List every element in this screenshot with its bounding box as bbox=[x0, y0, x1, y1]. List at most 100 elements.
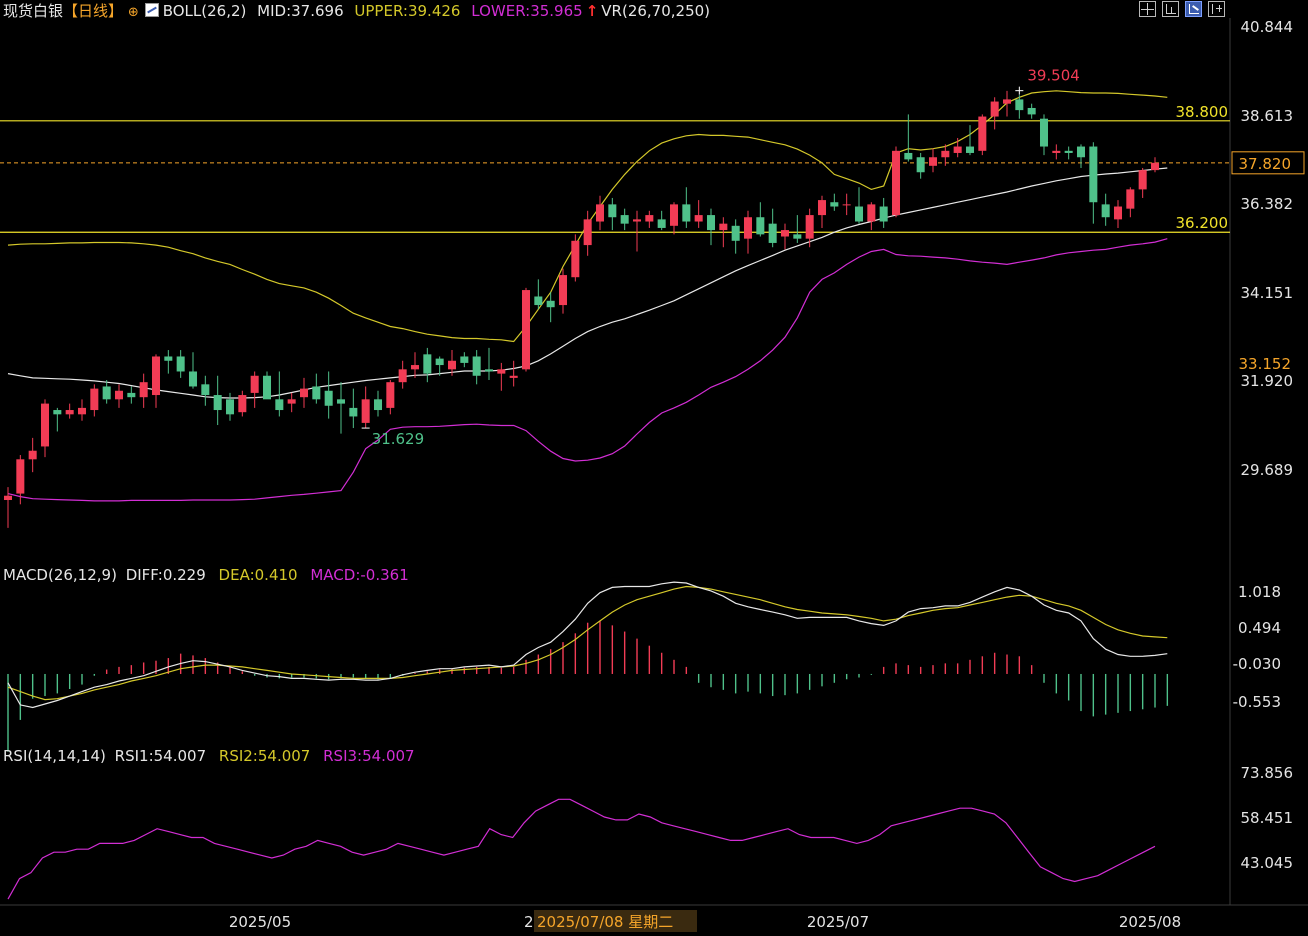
candle-body bbox=[620, 215, 629, 224]
candle-body bbox=[1150, 162, 1160, 171]
price-tick-label: 29.689 bbox=[1241, 461, 1294, 479]
boll-lower: LOWER:35.965 bbox=[471, 2, 583, 20]
candle-body bbox=[978, 116, 987, 151]
candle-body bbox=[558, 275, 568, 306]
rsi-line bbox=[7, 798, 1156, 900]
candle-body bbox=[77, 407, 87, 415]
candle-body bbox=[756, 217, 765, 235]
boll-params: BOLL(26,2) bbox=[162, 2, 247, 20]
cursor-date-label: 2025/07/08 星期二 bbox=[537, 913, 673, 931]
candle-body bbox=[793, 234, 802, 239]
candle-body bbox=[53, 410, 62, 415]
candle-body bbox=[460, 356, 469, 363]
macd-params: MACD(26,12,9) bbox=[3, 566, 117, 584]
candle-body bbox=[16, 459, 25, 494]
instrument-name: 现货白银 bbox=[3, 2, 64, 20]
candle-body bbox=[201, 384, 210, 396]
candle-body bbox=[608, 204, 617, 218]
candle-body bbox=[1052, 150, 1061, 153]
price-tick-label: 31.920 bbox=[1241, 372, 1294, 390]
candle-body bbox=[423, 354, 432, 374]
candle-body bbox=[546, 300, 555, 308]
rsi-tick-label: 73.856 bbox=[1241, 764, 1294, 782]
candle-body bbox=[805, 215, 814, 239]
candle-body bbox=[1126, 189, 1135, 209]
candle-body bbox=[447, 360, 457, 370]
price-tick-label: 34.151 bbox=[1241, 284, 1294, 302]
time-axis-label: 2025/08 bbox=[1119, 913, 1181, 931]
candle-body bbox=[743, 217, 753, 239]
candle-body bbox=[1138, 170, 1147, 190]
candle-body bbox=[1064, 150, 1073, 153]
candle-body bbox=[867, 204, 876, 222]
candle-body bbox=[188, 371, 198, 387]
candle-body bbox=[854, 206, 864, 222]
high-annotation: 39.504 bbox=[1027, 67, 1080, 85]
rsi3: RSI3:54.007 bbox=[323, 747, 415, 765]
rsi1: RSI1:54.007 bbox=[114, 747, 207, 765]
candle-body bbox=[879, 206, 888, 222]
rsi-tick-label: 43.045 bbox=[1241, 854, 1294, 872]
candle-body bbox=[151, 356, 161, 396]
candle-body bbox=[941, 150, 950, 158]
candle-body bbox=[521, 290, 531, 370]
macd-tick-label: 0.494 bbox=[1238, 619, 1281, 637]
candle-body bbox=[102, 386, 111, 400]
candle-body bbox=[238, 395, 247, 413]
candle-body bbox=[904, 152, 913, 160]
low-annotation: 31.629 bbox=[372, 430, 425, 448]
exit-view-icon[interactable] bbox=[1208, 1, 1225, 17]
candle-body bbox=[324, 390, 333, 406]
candle-body bbox=[817, 200, 827, 216]
candle-body bbox=[287, 399, 296, 404]
candle-body bbox=[410, 365, 420, 370]
candle-body bbox=[719, 223, 728, 231]
time-axis-label: 2025/05 bbox=[229, 913, 291, 931]
candle-body bbox=[336, 399, 346, 404]
candle-body bbox=[225, 399, 235, 415]
candle-body bbox=[990, 101, 999, 117]
candle-body bbox=[349, 407, 358, 417]
candle-body bbox=[965, 146, 975, 153]
candle-body bbox=[571, 240, 580, 278]
candle-body bbox=[435, 358, 444, 366]
candle-body bbox=[299, 388, 309, 398]
candle-body bbox=[706, 215, 716, 231]
rsi-header: RSI(14,14,14) RSI1:54.007 RSI2:54.007 RS… bbox=[3, 746, 415, 766]
candle-body bbox=[472, 356, 481, 376]
candle-body bbox=[164, 356, 173, 361]
candle-body bbox=[953, 146, 962, 153]
candle-body bbox=[891, 150, 901, 216]
boll-upper: UPPER:39.426 bbox=[354, 2, 461, 20]
grid-view-icon[interactable] bbox=[1139, 1, 1156, 17]
candle-body bbox=[1002, 99, 1012, 104]
candle-body bbox=[928, 157, 938, 166]
single-view-icon[interactable] bbox=[1162, 1, 1179, 17]
candle-body bbox=[645, 215, 654, 222]
macd-diff: DIFF:0.229 bbox=[125, 566, 206, 584]
candle-body bbox=[669, 204, 679, 226]
vr-params: VR(26,70,250) bbox=[601, 2, 711, 20]
candle-body bbox=[40, 403, 50, 447]
candle-body bbox=[595, 204, 605, 222]
chart-indicator-icon[interactable] bbox=[144, 3, 159, 17]
candle-body bbox=[262, 375, 272, 400]
candle-body bbox=[213, 395, 222, 411]
candle-body bbox=[1027, 107, 1036, 115]
macd-tick-label: 1.018 bbox=[1238, 583, 1281, 601]
candle-body bbox=[682, 204, 691, 222]
candle-body bbox=[28, 450, 37, 460]
price-tick-label: 36.382 bbox=[1241, 195, 1294, 213]
period-selector[interactable]: 【日线】 bbox=[63, 2, 123, 20]
time-axis-label: 2025/07 bbox=[807, 913, 869, 931]
candle-body bbox=[139, 382, 148, 398]
zoom-icon[interactable]: ⊕ bbox=[128, 5, 139, 20]
candle-body bbox=[90, 388, 99, 411]
candle-body bbox=[386, 382, 395, 408]
candle-body bbox=[1113, 206, 1123, 220]
candle-body bbox=[497, 369, 506, 374]
candle-body bbox=[65, 410, 74, 415]
rsi-params: RSI(14,14,14) bbox=[3, 747, 106, 765]
chart-view-icon[interactable] bbox=[1185, 1, 1202, 17]
candle-body bbox=[1039, 118, 1049, 147]
